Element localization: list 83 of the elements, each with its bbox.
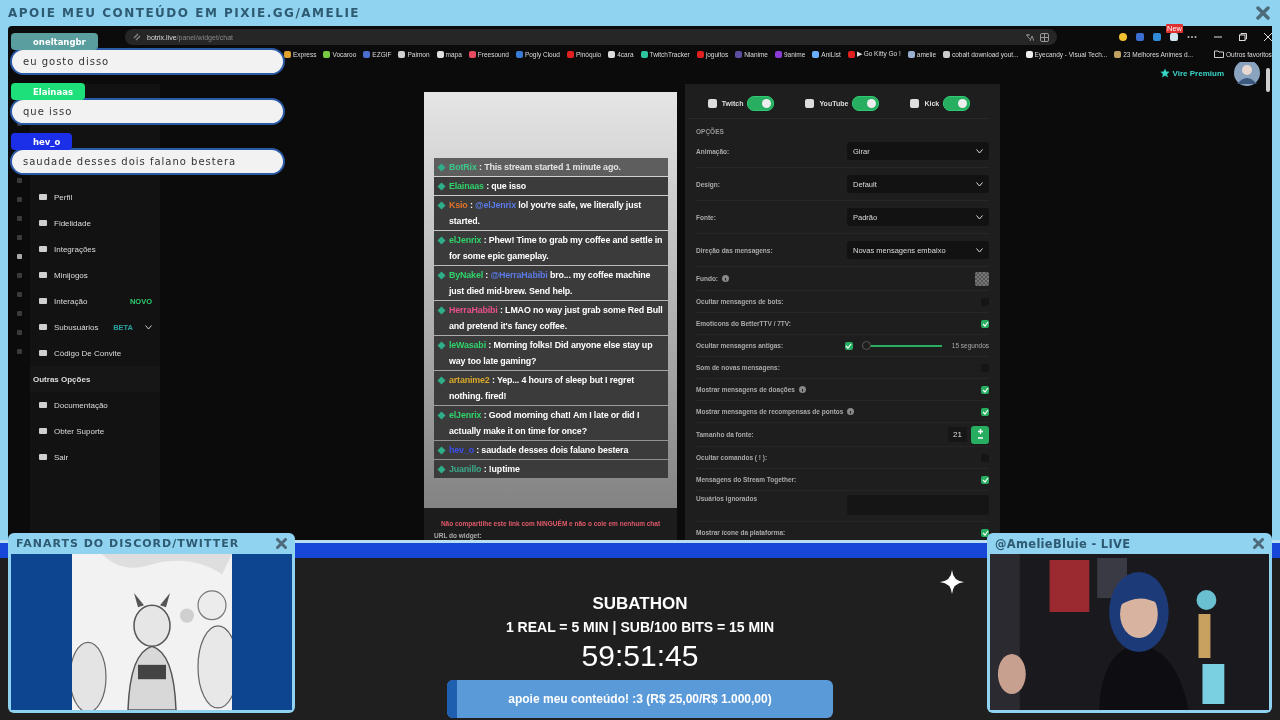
window-title: @AmelieBluie - LIVE xyxy=(995,536,1131,551)
star-icon xyxy=(1159,68,1170,78)
toggle-switch[interactable] xyxy=(943,95,971,111)
menu-item[interactable]: Minijogos xyxy=(30,262,160,288)
menu-item[interactable]: Fidelidade xyxy=(30,210,160,236)
extension-icon[interactable] xyxy=(1153,33,1161,41)
stepper-button[interactable] xyxy=(971,425,989,444)
slider-thumb[interactable] xyxy=(861,340,871,350)
chevron-down-icon[interactable] xyxy=(145,324,152,330)
chat-bubble: saudade desses dois falano bestera xyxy=(10,148,285,175)
platform-icon xyxy=(804,97,816,109)
chat-message: HerraHabibi : LMAO no way just grab some Red Bull and pretend it's fancy coffee. xyxy=(449,304,664,333)
badge-icon xyxy=(437,465,446,474)
minimize-icon[interactable] xyxy=(1214,33,1222,41)
checkbox[interactable] xyxy=(981,528,989,537)
chat-message: elJenrix : Phew! Time to grab my coffee and settle in for some epic gameplay. xyxy=(449,234,664,263)
subathon-title: SUBATHON xyxy=(592,594,688,614)
more-icon[interactable] xyxy=(1187,35,1197,39)
goal-label: apoie meu conteúdo! :3 (R$ 25,00/R$ 1.000,00) xyxy=(508,692,772,706)
menu-item[interactable]: Sair xyxy=(30,444,160,470)
toggle-switch[interactable] xyxy=(747,95,775,111)
chat-username-tag: oneltangbr xyxy=(11,33,98,50)
number-field[interactable]: 21 xyxy=(948,427,967,442)
chat-message: Ksio : @elJenrix lol you're safe, we literally just started. xyxy=(449,199,643,228)
chat-message: hev_o : saudade desses dois falano bestera xyxy=(449,444,630,457)
grid-icon[interactable] xyxy=(1040,32,1049,42)
checkbox[interactable] xyxy=(981,475,989,484)
menu-item[interactable]: Documentação xyxy=(30,392,160,418)
chat-message: ByNakel : @HerraHabibi bro... my coffee machine just died mid-brew. Send help. xyxy=(449,269,652,298)
extension-icon[interactable] xyxy=(1170,33,1178,41)
plus-minus-icon xyxy=(975,428,985,441)
chat-username-tag: hev_o xyxy=(11,133,73,150)
chat-bubble: que isso xyxy=(10,98,285,125)
sparkle-icon xyxy=(940,570,964,594)
square-icon[interactable] xyxy=(16,254,22,259)
badge-icon xyxy=(437,306,446,315)
smiley-icon[interactable] xyxy=(1119,33,1127,41)
chevron-down-icon xyxy=(976,148,983,154)
badge-icon xyxy=(437,341,446,350)
checkbox[interactable] xyxy=(981,319,989,328)
menu-item[interactable]: Integrações xyxy=(30,236,160,262)
chat-username-tag: Elainaas xyxy=(11,83,85,100)
platform-icon xyxy=(706,97,718,109)
badge-icon xyxy=(437,411,446,420)
chat-message: Juanillo : !uptime xyxy=(449,463,521,476)
window-title: FANARTS DO DISCORD/TWITTER xyxy=(16,537,240,550)
restore-icon[interactable] xyxy=(1239,33,1247,41)
checkbox[interactable] xyxy=(844,341,853,350)
platform-icon xyxy=(909,97,921,109)
badge-icon xyxy=(437,163,446,172)
chat-message: Elainaas : que isso xyxy=(449,180,528,193)
badge-icon xyxy=(437,182,446,191)
checkbox[interactable] xyxy=(981,385,989,394)
chat-message: BotRix : This stream started 1 minute ago. xyxy=(449,161,622,174)
subathon-rules: 1 REAL = 5 MIN | SUB/100 BITS = 15 MIN xyxy=(505,619,775,635)
extension-icon[interactable] xyxy=(1136,33,1144,41)
badge-icon xyxy=(437,201,446,210)
toggle-switch[interactable] xyxy=(852,95,880,111)
menu-section-title: Outras Opções xyxy=(30,366,160,392)
checkbox[interactable] xyxy=(981,407,989,416)
chat-bubble: eu gosto disso xyxy=(10,48,285,75)
menu-item[interactable]: Perfil xyxy=(30,184,160,210)
color-swatch[interactable] xyxy=(975,271,989,286)
badge-icon xyxy=(437,236,446,245)
chevron-down-icon xyxy=(976,214,983,220)
translate-icon[interactable] xyxy=(1025,32,1034,42)
badge-icon xyxy=(437,376,446,385)
chat-message: elJenrix : Good morning chat! Am I late or did I actually make it on time for once? xyxy=(449,409,641,438)
chevron-down-icon xyxy=(976,247,983,253)
countdown-timer: 59:51:45 xyxy=(581,638,699,674)
chevron-down-icon xyxy=(976,181,983,187)
premium-link[interactable]: Vire Premium xyxy=(1159,68,1224,78)
folder-icon xyxy=(1214,50,1224,58)
badge-icon xyxy=(437,271,446,280)
link-icon xyxy=(133,33,141,41)
banner-title: APOIE MEU CONTEÚDO EM PIXIE.GG/AMELIE xyxy=(8,6,362,20)
chat-message: artanime2 : Yep... 4 hours of sleep but I regret nothing. fired! xyxy=(449,374,635,403)
avatar[interactable] xyxy=(1234,62,1260,86)
menu-item[interactable]: Código De Convite xyxy=(30,340,160,366)
scrollbar[interactable] xyxy=(1266,68,1270,92)
badge-icon xyxy=(437,446,446,455)
menu-item[interactable]: Obter Suporte xyxy=(30,418,160,444)
chat-message: leWasabi : Morning folks! Did anyone else stay up way too late gaming? xyxy=(449,339,654,368)
